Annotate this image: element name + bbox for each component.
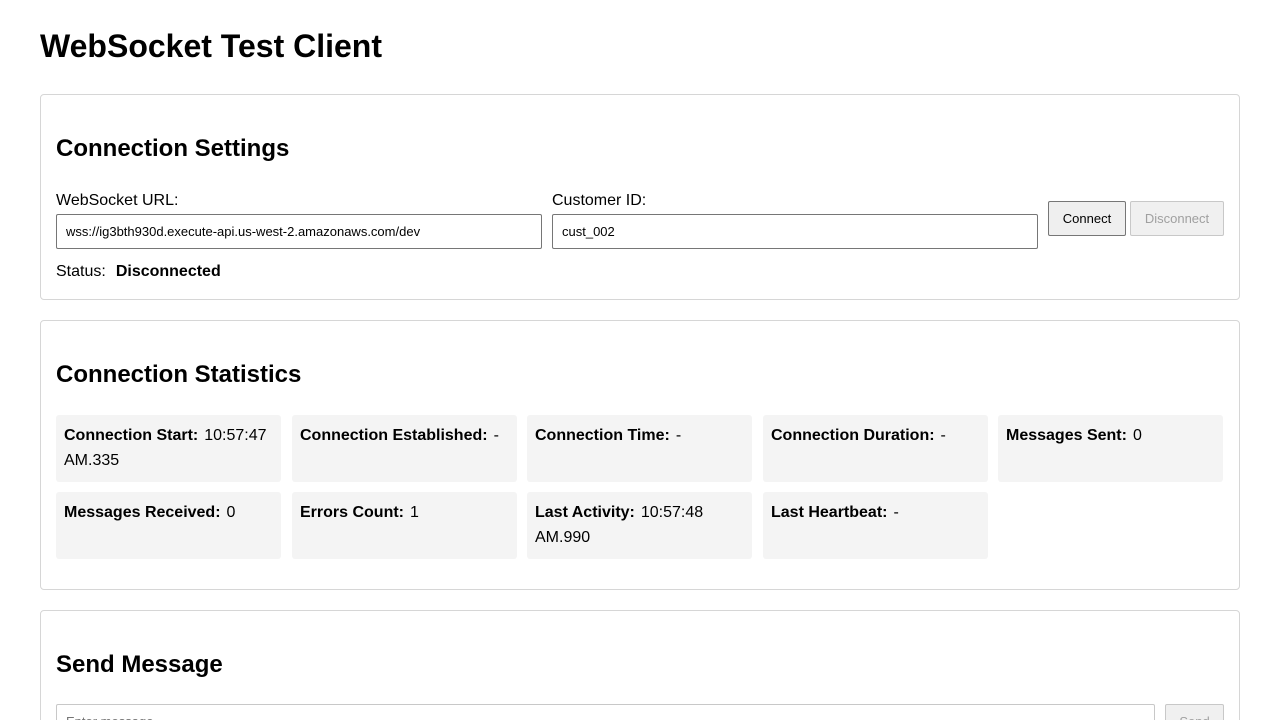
- status-row: Status: Disconnected: [56, 263, 221, 281]
- stat-messages-received: Messages Received: 0: [56, 492, 281, 559]
- customer-id-input[interactable]: [552, 214, 1038, 249]
- stat-value: -: [893, 504, 899, 521]
- stat-label: Errors Count:: [300, 504, 404, 521]
- stat-messages-sent: Messages Sent: 0: [998, 415, 1223, 482]
- send-button[interactable]: Send: [1165, 704, 1224, 720]
- connection-settings-heading: Connection Settings: [56, 135, 290, 162]
- connect-button[interactable]: Connect: [1048, 201, 1126, 236]
- page-title: WebSocket Test Client: [40, 28, 382, 64]
- stat-value: -: [940, 427, 946, 444]
- stat-connection-duration: Connection Duration: -: [763, 415, 988, 482]
- status-value: Disconnected: [115, 263, 221, 280]
- stat-label: Messages Received:: [64, 504, 221, 521]
- stat-label: Messages Sent:: [1006, 427, 1127, 444]
- stat-errors-count: Errors Count: 1: [292, 492, 517, 559]
- stat-value: -: [675, 427, 682, 444]
- connection-statistics-panel: Connection Statistics Connection Start: 1…: [40, 320, 1240, 590]
- stat-connection-established: Connection Established: -: [292, 415, 517, 482]
- stat-last-activity: Last Activity: 10:57:48 AM.990: [527, 492, 752, 559]
- message-input[interactable]: [56, 704, 1155, 720]
- stat-connection-time: Connection Time: -: [527, 415, 752, 482]
- stat-label: Connection Duration:: [771, 427, 935, 444]
- stat-label: Connection Time:: [535, 427, 670, 444]
- connection-settings-panel: Connection Settings WebSocket URL: Custo…: [40, 94, 1240, 300]
- connection-statistics-heading: Connection Statistics: [56, 361, 302, 388]
- status-label: Status:: [56, 263, 106, 280]
- websocket-url-input[interactable]: [56, 214, 542, 249]
- stat-last-heartbeat: Last Heartbeat: -: [763, 492, 988, 559]
- stat-label: Connection Established:: [300, 427, 488, 444]
- stat-label: Last Heartbeat:: [771, 504, 888, 521]
- websocket-url-label: WebSocket URL:: [56, 192, 179, 209]
- send-message-panel: Send Message Send: [40, 610, 1240, 720]
- stat-value: 0: [226, 504, 236, 521]
- stat-value: -: [493, 427, 499, 444]
- disconnect-button[interactable]: Disconnect: [1130, 201, 1224, 236]
- stat-label: Last Activity:: [535, 504, 635, 521]
- customer-id-label: Customer ID:: [552, 192, 647, 209]
- stat-value: 0: [1132, 427, 1142, 444]
- stat-value: 1: [410, 504, 419, 521]
- stat-connection-start: Connection Start: 10:57:47 AM.335: [56, 415, 281, 482]
- stat-label: Connection Start:: [64, 427, 199, 444]
- send-message-heading: Send Message: [56, 651, 223, 678]
